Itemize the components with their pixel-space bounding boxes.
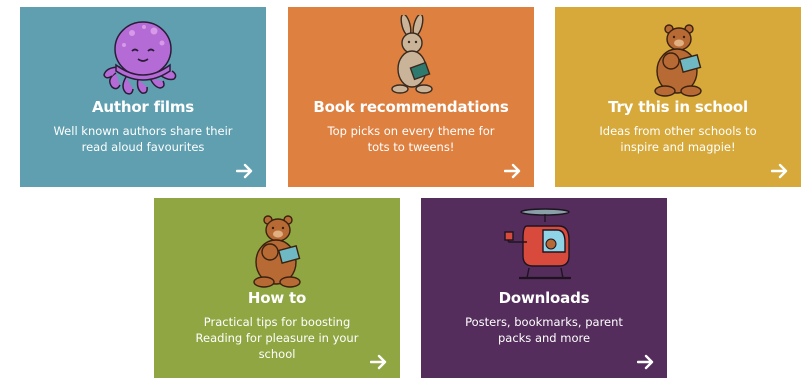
bears-reading-icon xyxy=(654,24,702,97)
card-title: Book recommendations xyxy=(313,98,509,116)
arrow-right-icon[interactable] xyxy=(236,163,254,179)
octopus-icon xyxy=(103,21,177,95)
card-title: Try this in school xyxy=(608,98,748,116)
card-title: How to xyxy=(247,289,307,307)
bears-reading-icon xyxy=(253,215,301,288)
rabbit-reading-icon xyxy=(391,15,433,94)
card-downloads[interactable]: Downloads Posters, bookmarks, parent pac… xyxy=(421,198,667,378)
helicopter-icon xyxy=(504,208,571,280)
card-description: Top picks on every theme for tots to twe… xyxy=(327,124,495,154)
arrow-right-icon[interactable] xyxy=(504,163,522,179)
arrow-right-icon[interactable] xyxy=(370,354,388,370)
card-author-films[interactable]: Author films Well known authors share th… xyxy=(20,7,266,187)
card-description: Ideas from other schools to inspire and … xyxy=(599,124,757,154)
arrow-right-icon[interactable] xyxy=(637,354,655,370)
card-try-this-in-school[interactable]: Try this in school Ideas from other scho… xyxy=(555,7,801,187)
card-title: Author films xyxy=(91,98,195,116)
card-book-recommendations[interactable]: Book recommendations Top picks on every … xyxy=(288,7,534,187)
card-description: Posters, bookmarks, parent packs and mor… xyxy=(465,315,623,345)
card-description: Practical tips for boosting Reading for … xyxy=(195,315,359,361)
card-title: Downloads xyxy=(498,289,590,307)
card-description: Well known authors share their read alou… xyxy=(53,124,233,154)
arrow-right-icon[interactable] xyxy=(771,163,789,179)
card-how-to[interactable]: How to Practical tips for boosting Readi… xyxy=(154,198,400,378)
